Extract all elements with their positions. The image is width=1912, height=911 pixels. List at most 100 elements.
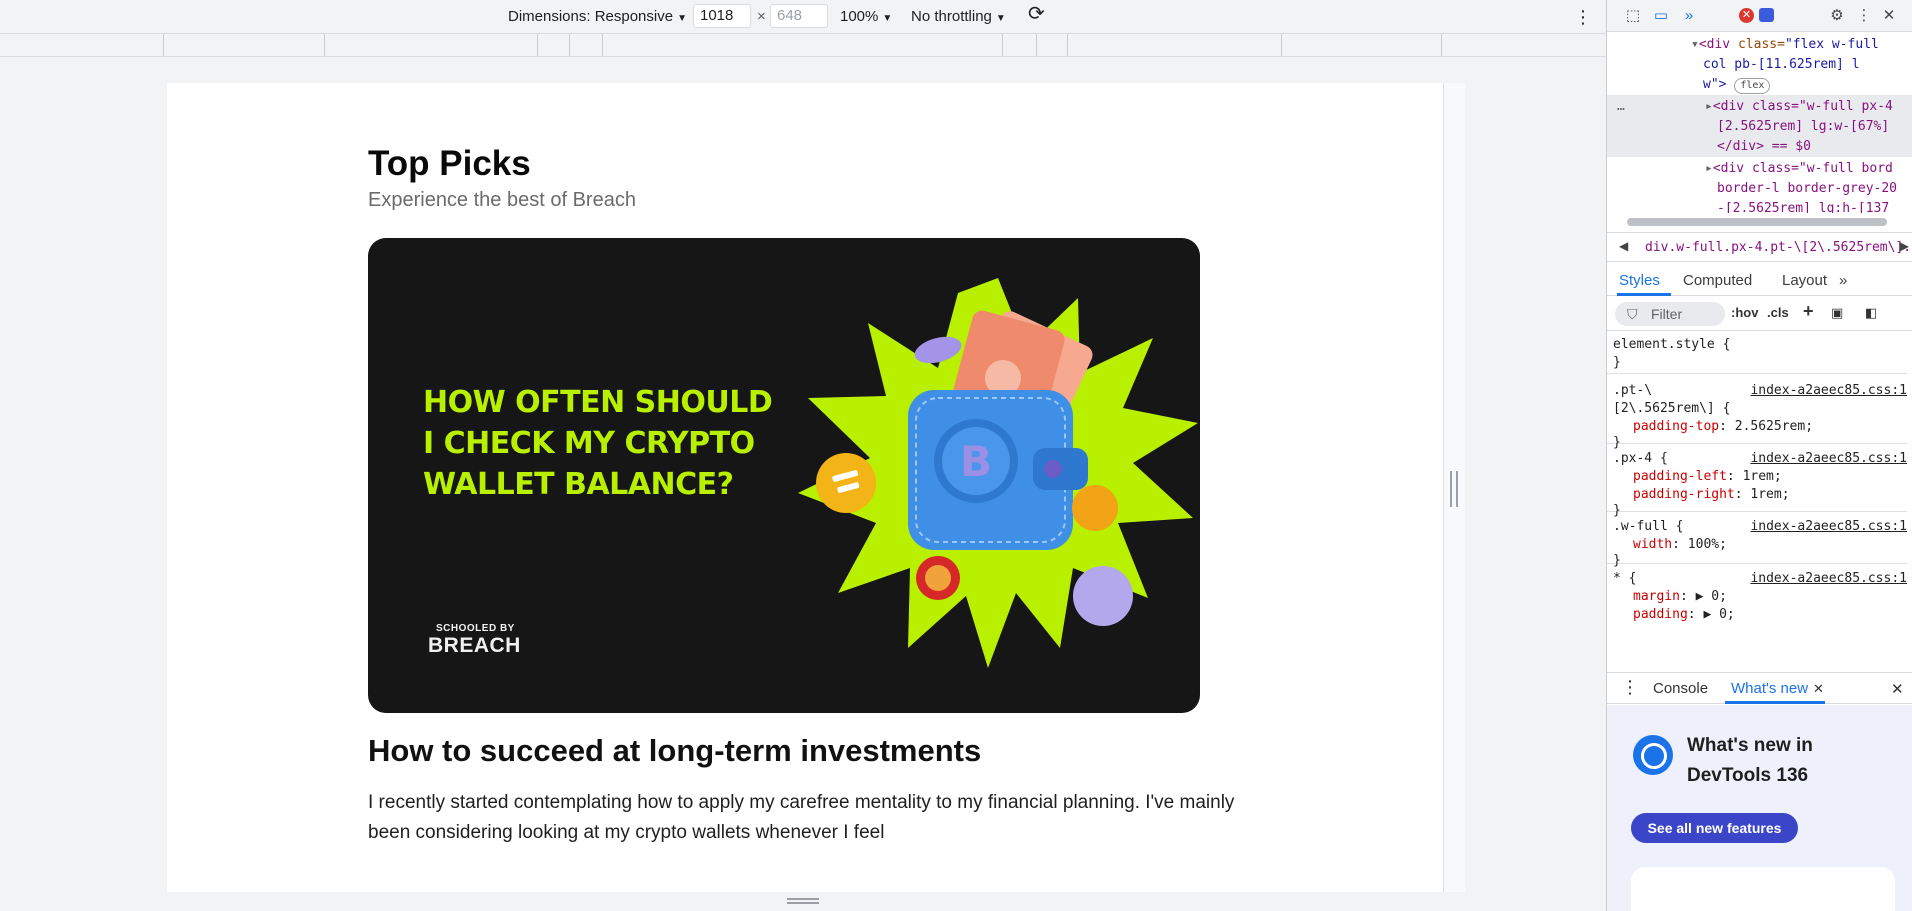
css-property[interactable]: margin: ▶ 0; bbox=[1633, 588, 1727, 606]
inspect-element-icon[interactable]: ⬚ bbox=[1623, 6, 1643, 26]
article-banner-image[interactable]: HOW OFTEN SHOULD I CHECK MY CRYPTO WALLE… bbox=[368, 238, 1200, 713]
attr-value: w"> bbox=[1703, 77, 1727, 92]
tab-layout[interactable]: Layout bbox=[1782, 272, 1827, 289]
chevron-down-icon: ▼ bbox=[882, 13, 893, 24]
more-panels-icon[interactable]: » bbox=[1679, 6, 1699, 26]
dimensions-dropdown[interactable]: Dimensions: Responsive ▼ bbox=[508, 7, 687, 27]
zoom-label: 100% bbox=[840, 8, 879, 25]
more-vertical-icon[interactable]: ⋮ bbox=[1854, 6, 1874, 26]
add-rule-icon[interactable]: + bbox=[1803, 301, 1814, 322]
styles-tabbar: Styles Computed Layout » bbox=[1607, 264, 1912, 296]
css-property[interactable]: padding: ▶ 0; bbox=[1633, 606, 1735, 624]
ruler-segment[interactable] bbox=[602, 34, 603, 56]
tab-styles[interactable]: Styles bbox=[1619, 272, 1660, 289]
wallet-button bbox=[1044, 460, 1062, 478]
rotate-icon[interactable]: ⟳ bbox=[1028, 4, 1045, 24]
article-title[interactable]: How to succeed at long-term investments bbox=[368, 733, 981, 769]
device-toggle-icon[interactable]: ▭ bbox=[1651, 6, 1671, 26]
feature-card[interactable] bbox=[1631, 867, 1895, 911]
tree-node-line[interactable]: ▸<div class="w-full bord bbox=[1705, 159, 1893, 180]
height-input[interactable]: 648 bbox=[770, 4, 828, 28]
grip-icon bbox=[1450, 471, 1458, 507]
property-value: ▶ 0; bbox=[1703, 607, 1735, 622]
collapse-triangle-icon[interactable]: ▸ bbox=[1705, 99, 1713, 114]
sidebar-toggle-icon[interactable]: ◧ bbox=[1865, 305, 1877, 321]
error-count-badge[interactable]: ✕ bbox=[1739, 8, 1754, 23]
close-tab-icon[interactable]: ✕ bbox=[1813, 681, 1824, 697]
message-badge-icon[interactable] bbox=[1759, 8, 1774, 22]
ruler-segment[interactable] bbox=[1067, 34, 1068, 56]
css-property[interactable]: width: 100%; bbox=[1633, 536, 1727, 554]
property-value: 1rem; bbox=[1742, 469, 1782, 484]
ruler-segment[interactable] bbox=[537, 34, 538, 56]
close-drawer-icon[interactable]: ✕ bbox=[1891, 680, 1904, 698]
cls-toggle[interactable]: .cls bbox=[1767, 305, 1789, 320]
hov-toggle[interactable]: :hov bbox=[1731, 305, 1758, 320]
active-tab-indicator bbox=[1725, 701, 1825, 704]
rule-source-link[interactable]: index-a2aeec85.css:1 bbox=[1750, 518, 1907, 536]
rule-selector[interactable]: element.style { bbox=[1613, 336, 1730, 354]
drawer-tabbar: ⋮ Console What's new ✕ ✕ bbox=[1607, 672, 1912, 704]
zoom-dropdown[interactable]: 100% ▼ bbox=[840, 7, 892, 27]
rule-source-link[interactable]: index-a2aeec85.css:1 bbox=[1750, 450, 1907, 468]
property-name: padding-top bbox=[1633, 419, 1720, 434]
ruler-segment[interactable] bbox=[1441, 34, 1442, 56]
throttling-dropdown[interactable]: No throttling ▼ bbox=[911, 7, 1006, 27]
close-icon[interactable]: ✕ bbox=[1879, 6, 1899, 26]
banner-brand-small: SCHOOLED BY bbox=[436, 623, 515, 634]
ruler-segment[interactable] bbox=[163, 34, 164, 56]
css-property[interactable]: padding-top: 2.5625rem; bbox=[1633, 418, 1813, 436]
rule-selector[interactable]: .w-full { bbox=[1613, 518, 1683, 536]
collapse-triangle-icon[interactable]: ▸ bbox=[1705, 161, 1713, 176]
gear-icon[interactable]: ⚙ bbox=[1827, 6, 1847, 26]
see-all-features-button[interactable]: See all new features bbox=[1631, 813, 1798, 843]
scroll-left-icon[interactable]: ◀ bbox=[1619, 239, 1628, 253]
rule-source-link[interactable]: index-a2aeec85.css:1 bbox=[1750, 570, 1907, 588]
ellipsis-icon[interactable]: … bbox=[1617, 97, 1625, 118]
times-sign: × bbox=[757, 8, 766, 25]
more-vertical-icon[interactable]: ⋮ bbox=[1574, 7, 1592, 27]
horizontal-scrollbar[interactable] bbox=[1627, 218, 1887, 226]
ruler-segment[interactable] bbox=[1036, 34, 1037, 56]
drawer-menu-icon[interactable]: ⋮ bbox=[1621, 677, 1639, 698]
rule-selector[interactable]: .px-4 { bbox=[1613, 450, 1668, 468]
property-value: ▶ 0; bbox=[1695, 589, 1727, 604]
more-tabs-icon[interactable]: » bbox=[1839, 272, 1847, 289]
rule-selector[interactable]: * { bbox=[1613, 570, 1636, 588]
node-text: <div class="w-full bord bbox=[1712, 161, 1893, 176]
rule-source-link[interactable]: index-a2aeec85.css:1 bbox=[1750, 382, 1907, 400]
width-input[interactable]: 1018 bbox=[693, 4, 751, 28]
tab-computed[interactable]: Computed bbox=[1683, 272, 1752, 289]
breadcrumb-item[interactable]: div.w-full.px-4.pt-\[2\.5625rem\].lg\:w bbox=[1645, 240, 1912, 255]
resize-handle-bottom[interactable] bbox=[167, 892, 1465, 911]
attr-value: col pb-[11.625rem] l bbox=[1703, 57, 1860, 72]
tree-node-line: w"> flex bbox=[1703, 75, 1771, 96]
active-tab-indicator bbox=[1617, 293, 1671, 296]
ruler-segment[interactable] bbox=[1281, 34, 1282, 56]
shiba-coin-face bbox=[925, 565, 951, 591]
devtools-panel: ⬚ ▭ » ✕ ⚙ ⋮ ✕ ▾<div class="flex w-full c… bbox=[1606, 0, 1912, 911]
flex-badge[interactable]: flex bbox=[1734, 78, 1771, 94]
expand-triangle-icon[interactable]: ▾ bbox=[1691, 37, 1699, 52]
css-property[interactable]: padding-right: 1rem; bbox=[1633, 486, 1790, 504]
scroll-right-icon[interactable]: ▶ bbox=[1900, 239, 1909, 253]
ruler-segment[interactable] bbox=[569, 34, 570, 56]
rule-selector[interactable]: .pt-\ bbox=[1613, 382, 1652, 400]
paint-icon[interactable]: ▣ bbox=[1831, 305, 1843, 321]
css-property[interactable]: padding-left: 1rem; bbox=[1633, 468, 1782, 486]
property-value: 2.5625rem; bbox=[1734, 419, 1814, 434]
device-toolbar: Dimensions: Responsive ▼ 1018 × 648 100% ▼… bbox=[0, 0, 1606, 32]
tab-whats-new[interactable]: What's new bbox=[1731, 680, 1808, 697]
grip-icon bbox=[787, 898, 819, 904]
resize-handle-right[interactable] bbox=[1443, 83, 1465, 911]
tab-console[interactable]: Console bbox=[1653, 680, 1708, 697]
selected-node-line[interactable]: ▸<div class="w-full px-4 bbox=[1705, 97, 1893, 118]
ruler-segment[interactable] bbox=[324, 34, 325, 56]
tree-node-line[interactable]: ▾<div class="flex w-full bbox=[1691, 35, 1879, 56]
selected-node-line: [2.5625rem] lg:w-[67%] bbox=[1717, 119, 1890, 134]
property-value: 100%; bbox=[1687, 537, 1727, 552]
whats-new-panel: What's new in DevTools 136 See all new f… bbox=[1607, 705, 1912, 911]
media-query-ruler[interactable] bbox=[0, 33, 1606, 57]
ruler-segment[interactable] bbox=[1002, 34, 1003, 56]
property-name: padding-right bbox=[1633, 487, 1735, 502]
